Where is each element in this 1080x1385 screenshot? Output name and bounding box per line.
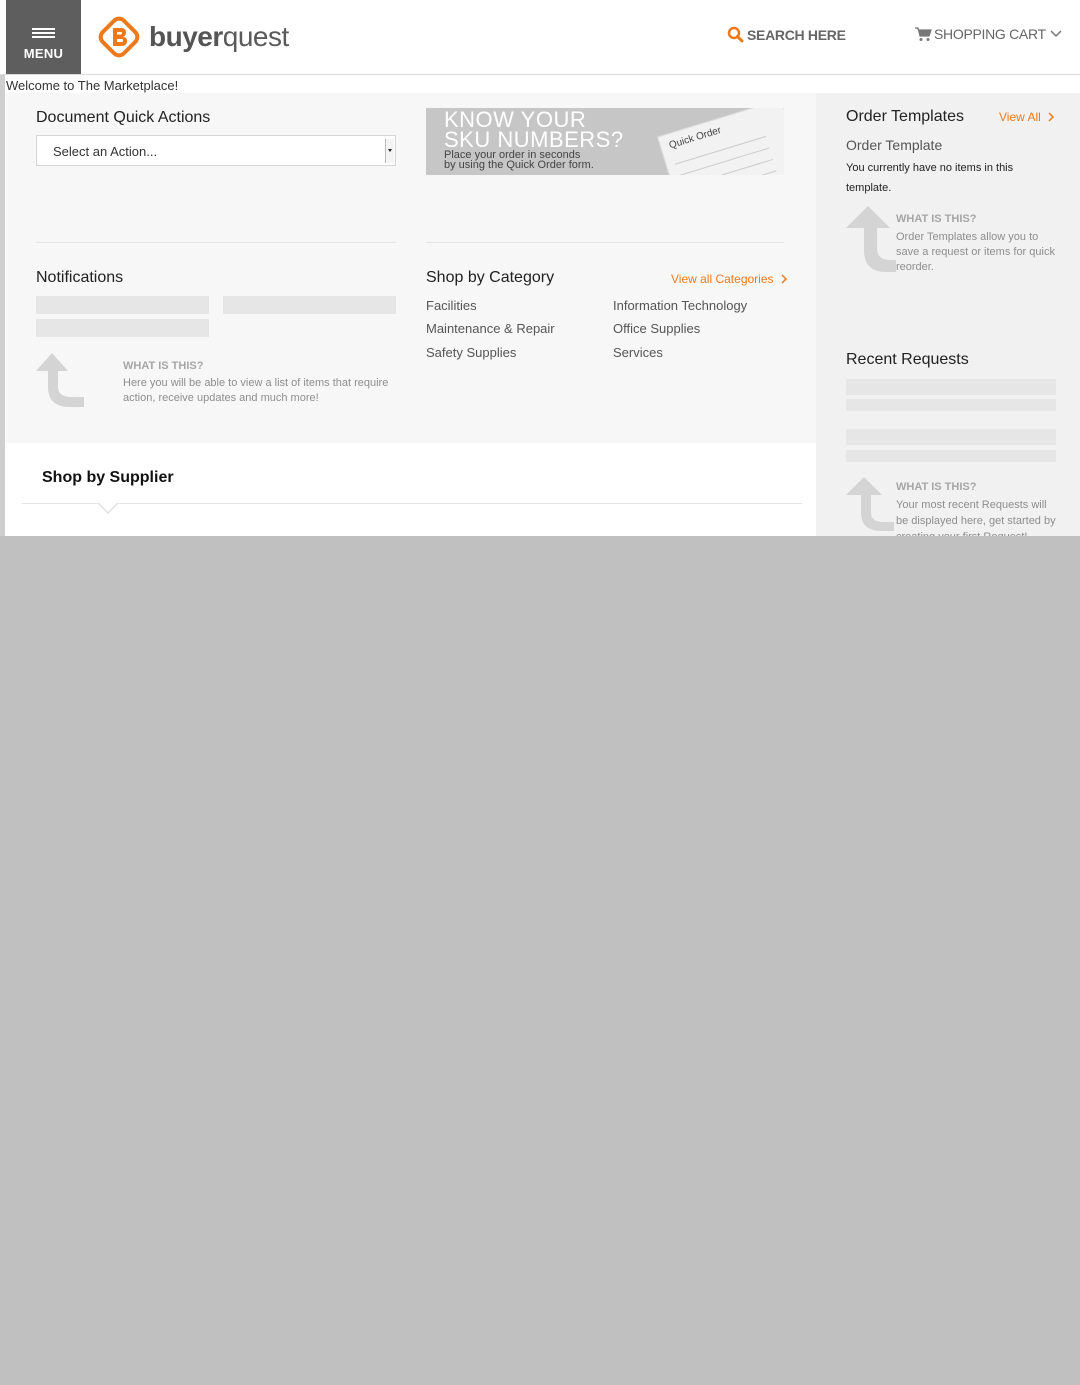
divider xyxy=(22,503,802,504)
category-link-services[interactable]: Services xyxy=(613,345,663,360)
notifications-help-title: WHAT IS THIS? xyxy=(123,360,204,372)
window-edge xyxy=(0,0,5,536)
category-link-office-supplies[interactable]: Office Supplies xyxy=(613,321,700,336)
request-placeholder xyxy=(846,429,1056,445)
banner-subtext: Place your order in seconds by using the… xyxy=(444,149,594,171)
notifications-title: Notifications xyxy=(36,269,124,286)
paper-title: Quick Order xyxy=(667,125,723,152)
divider xyxy=(36,242,396,243)
request-placeholder xyxy=(846,379,1056,395)
order-templates-title: Order Templates xyxy=(846,108,964,125)
logo-icon xyxy=(98,16,140,58)
welcome-message: Welcome to The Marketplace! xyxy=(6,78,179,93)
category-link-safety-supplies[interactable]: Safety Supplies xyxy=(426,345,516,360)
chevron-right-icon xyxy=(1048,112,1054,122)
menu-button[interactable]: MENU xyxy=(6,0,81,74)
category-link-information-technology[interactable]: Information Technology xyxy=(613,298,747,313)
divider xyxy=(426,242,784,243)
view-all-templates-link[interactable]: View All xyxy=(999,110,1056,124)
search-icon xyxy=(727,26,744,43)
category-link-maintenance-repair[interactable]: Maintenance & Repair xyxy=(426,321,555,336)
view-all-categories-link[interactable]: View all Categories xyxy=(671,272,789,286)
tab-pointer-icon xyxy=(97,502,119,514)
recent-requests-help-text: Your most recent Requests will be displa… xyxy=(896,499,1056,536)
recent-requests-title: Recent Requests xyxy=(846,351,969,368)
notifications-help-text: Here you will be able to view a list of … xyxy=(123,377,389,404)
curved-arrow-icon xyxy=(36,353,84,407)
logo-text: buyerquest xyxy=(149,21,289,52)
menu-label: MENU xyxy=(23,46,64,61)
quick-order-form-image: Quick Order xyxy=(657,108,784,175)
top-header: MENU buyerquest SEARCH HERE SHOPPING CAR… xyxy=(0,0,1080,75)
banner-headline: KNOW YOUR SKU NUMBERS? xyxy=(444,108,624,152)
curved-arrow-icon xyxy=(846,477,894,531)
action-select[interactable]: Select an Action... xyxy=(36,135,396,166)
order-templates-help-title: WHAT IS THIS? xyxy=(896,213,977,225)
supplier-section: Shop by Supplier xyxy=(6,443,816,536)
request-placeholder xyxy=(846,450,1056,462)
page: MENU buyerquest SEARCH HERE SHOPPING CAR… xyxy=(0,0,1080,536)
main-content: Document Quick Actions Select an Action.… xyxy=(6,93,816,443)
search-link[interactable]: SEARCH HERE xyxy=(727,26,846,43)
notification-placeholder xyxy=(36,319,209,337)
order-template-empty-text: You currently have no items in this temp… xyxy=(846,162,1014,194)
hamburger-icon xyxy=(32,28,55,38)
quick-actions-title: Document Quick Actions xyxy=(36,109,211,126)
chevron-down-icon xyxy=(1050,30,1062,38)
request-placeholder xyxy=(846,399,1056,411)
notification-placeholder xyxy=(223,296,396,314)
logo[interactable]: buyerquest xyxy=(96,14,289,60)
right-sidebar: Order Templates View All Order Template … xyxy=(816,93,1080,536)
categories-title: Shop by Category xyxy=(426,269,555,286)
order-templates-help-text: Order Templates allow you to save a requ… xyxy=(896,231,1055,273)
quick-order-banner[interactable]: Quick Order KNOW YOUR SKU NUMBERS? Place… xyxy=(426,108,784,175)
chevron-right-icon xyxy=(780,274,787,284)
recent-requests-help-title: WHAT IS THIS? xyxy=(896,481,977,493)
cart-label: SHOPPING CART xyxy=(934,26,1046,42)
notification-placeholder xyxy=(36,296,209,314)
cart-icon xyxy=(915,26,932,41)
supplier-title: Shop by Supplier xyxy=(42,469,174,486)
curved-arrow-icon xyxy=(846,206,896,272)
order-template-subtitle: Order Template xyxy=(846,137,943,153)
shopping-cart-link[interactable]: SHOPPING CART xyxy=(915,26,1062,42)
select-arrow-icon xyxy=(385,139,394,163)
category-link-facilities[interactable]: Facilities xyxy=(426,298,477,313)
action-select-value: Select an Action... xyxy=(53,144,158,159)
search-label: SEARCH HERE xyxy=(747,26,846,43)
